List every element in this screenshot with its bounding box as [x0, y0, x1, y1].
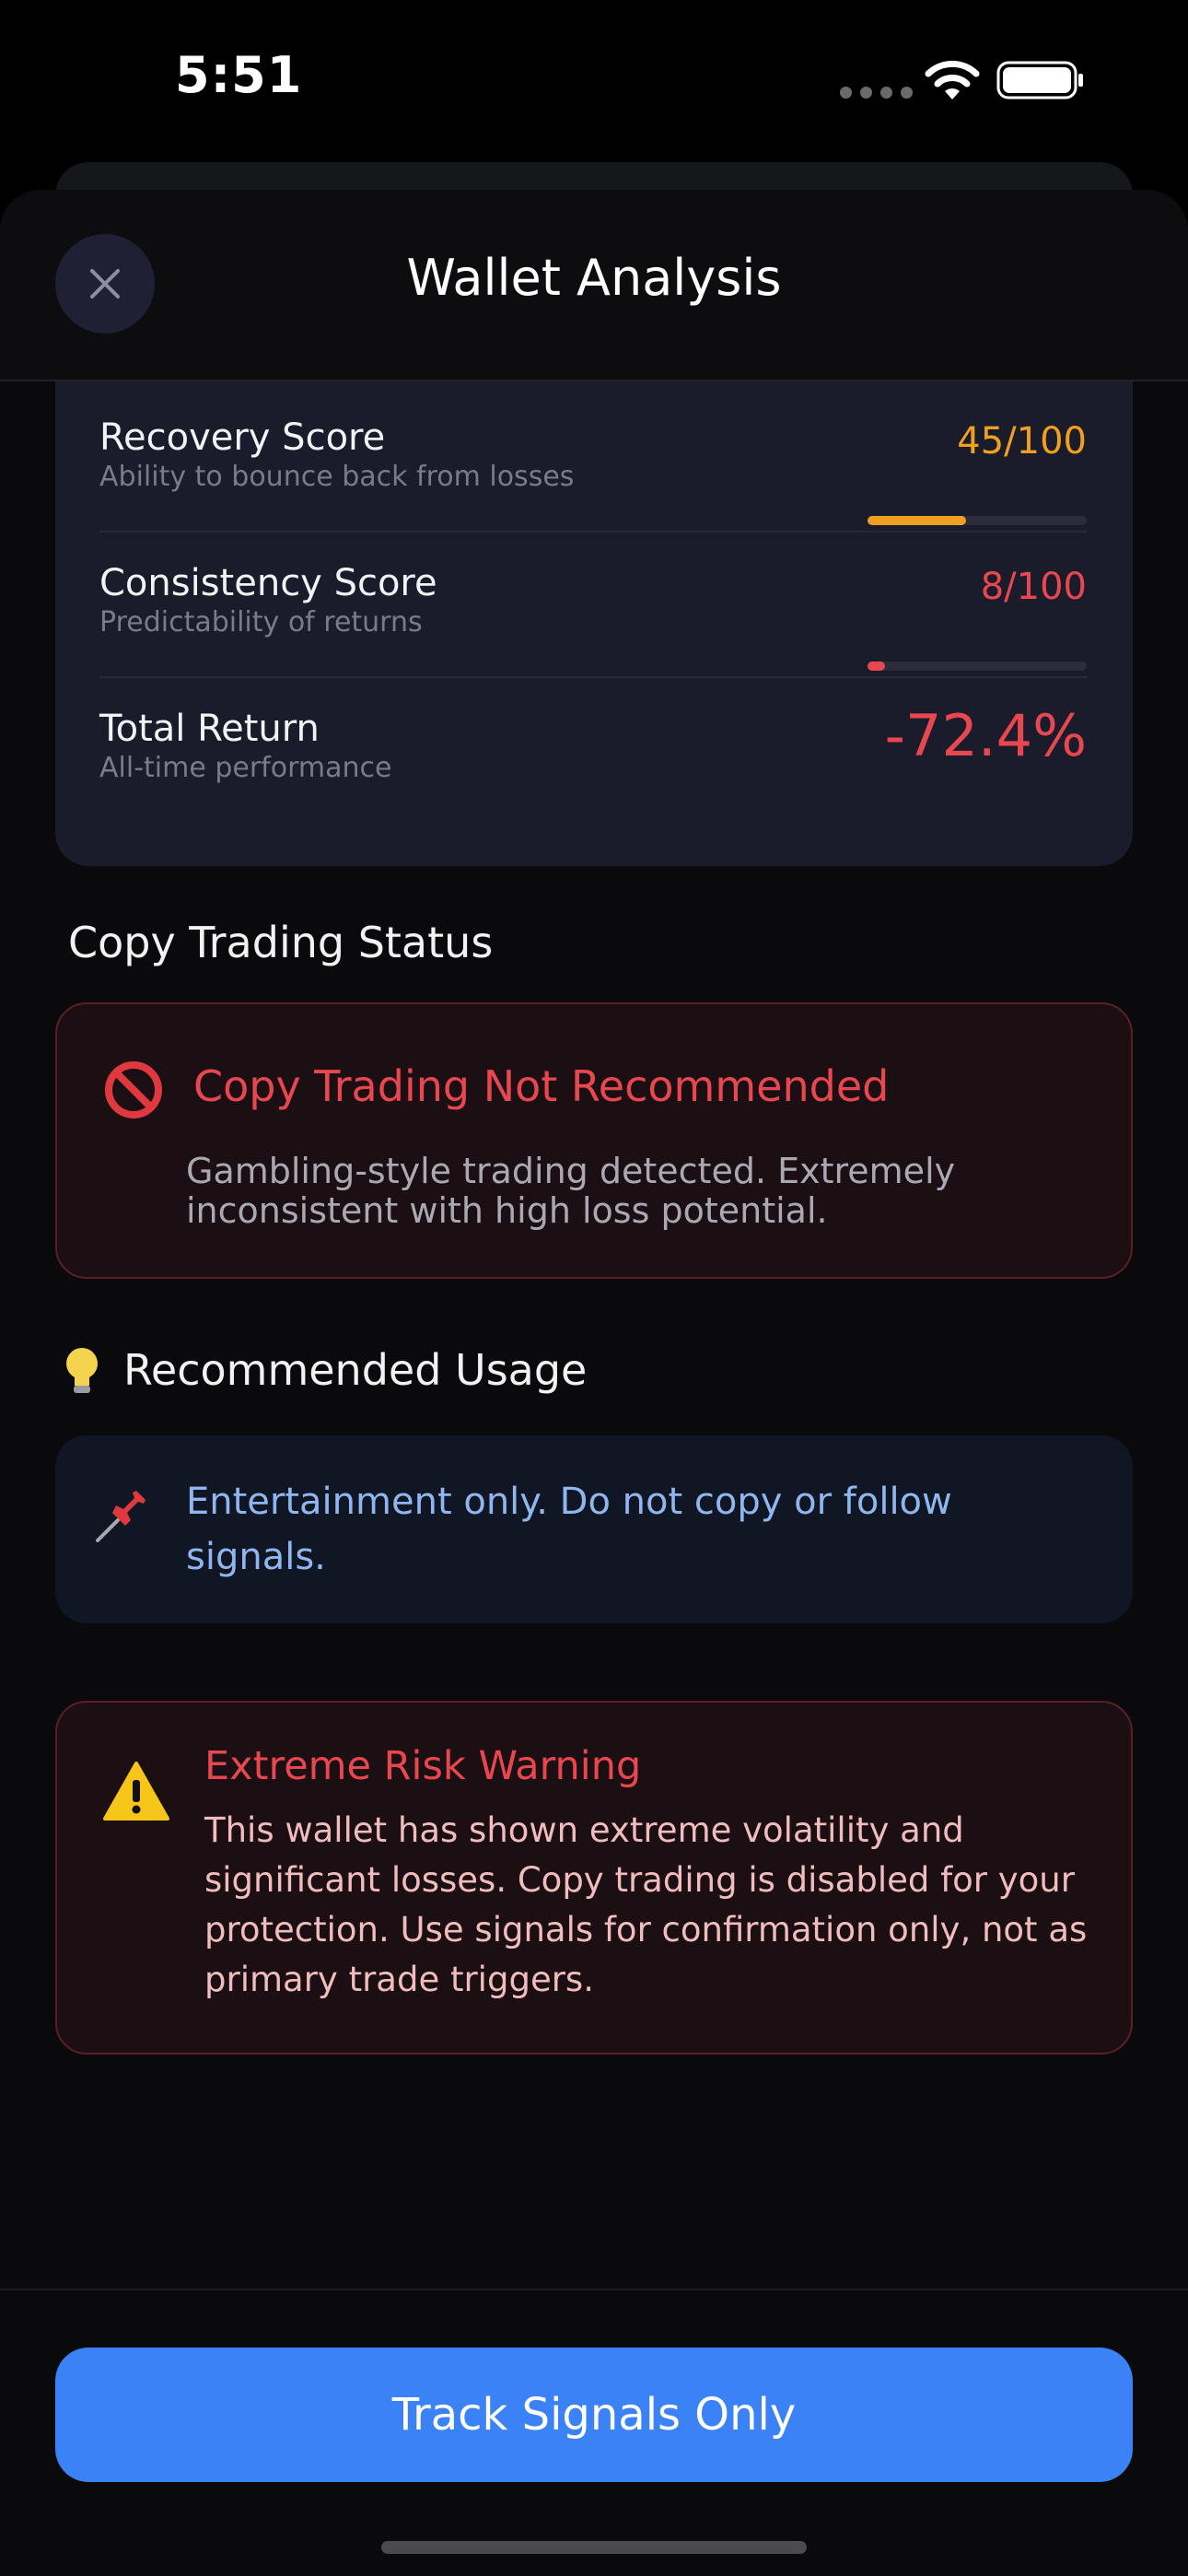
home-indicator	[381, 2541, 807, 2554]
track-signals-button[interactable]: Track Signals Only	[55, 2348, 1133, 2482]
risk-warning-text: This wallet has shown extreme volatility…	[204, 1810, 1088, 1999]
pushpin-icon	[96, 1491, 146, 1542]
consistency-score-value: 8/100	[980, 566, 1087, 608]
recovery-score-bar	[868, 516, 1087, 525]
lightbulb-icon	[66, 1348, 98, 1393]
copy-trading-status-text: Gambling-style trading detected. Extreme…	[186, 1151, 956, 1231]
copy-trading-section-title: Copy Trading Status	[68, 918, 494, 967]
consistency-score-bar	[868, 662, 1087, 671]
total-return-value: -72.4%	[884, 702, 1087, 769]
divider	[99, 676, 1087, 678]
status-time: 5:51	[175, 46, 303, 104]
metric-label: Consistency Score	[99, 562, 437, 604]
recovery-score-value: 45/100	[957, 420, 1087, 463]
wifi-icon	[925, 60, 980, 100]
divider	[99, 531, 1087, 533]
prohibited-icon	[105, 1061, 162, 1118]
recommended-usage-title: Recommended Usage	[123, 1345, 588, 1395]
page-title: Wallet Analysis	[406, 249, 782, 307]
consistency-score-row: Consistency Score Predictability of retu…	[99, 562, 1087, 671]
metric-subtitle: Ability to bounce back from losses	[99, 461, 575, 493]
cellular-icon	[840, 87, 913, 99]
battery-icon	[996, 61, 1083, 100]
recommended-usage-text: Entertainment only. Do not copy or follo…	[186, 1481, 952, 1578]
copy-trading-status-title: Copy Trading Not Recommended	[193, 1061, 890, 1111]
footer-divider	[0, 2289, 1188, 2290]
metric-subtitle: Predictability of returns	[99, 606, 423, 638]
recovery-score-bar-fill	[868, 516, 967, 525]
consistency-score-bar-fill	[868, 662, 886, 671]
warning-icon	[103, 1762, 169, 1821]
total-return-row: Total Return All-time performance -72.4%	[99, 702, 1087, 784]
recovery-score-row: Recovery Score Ability to bounce back fr…	[99, 416, 1087, 525]
metric-label: Recovery Score	[99, 416, 386, 459]
risk-warning-title: Extreme Risk Warning	[204, 1743, 642, 1789]
metrics-card: Recovery Score Ability to bounce back fr…	[55, 381, 1133, 866]
copy-trading-status-card	[55, 1002, 1133, 1279]
